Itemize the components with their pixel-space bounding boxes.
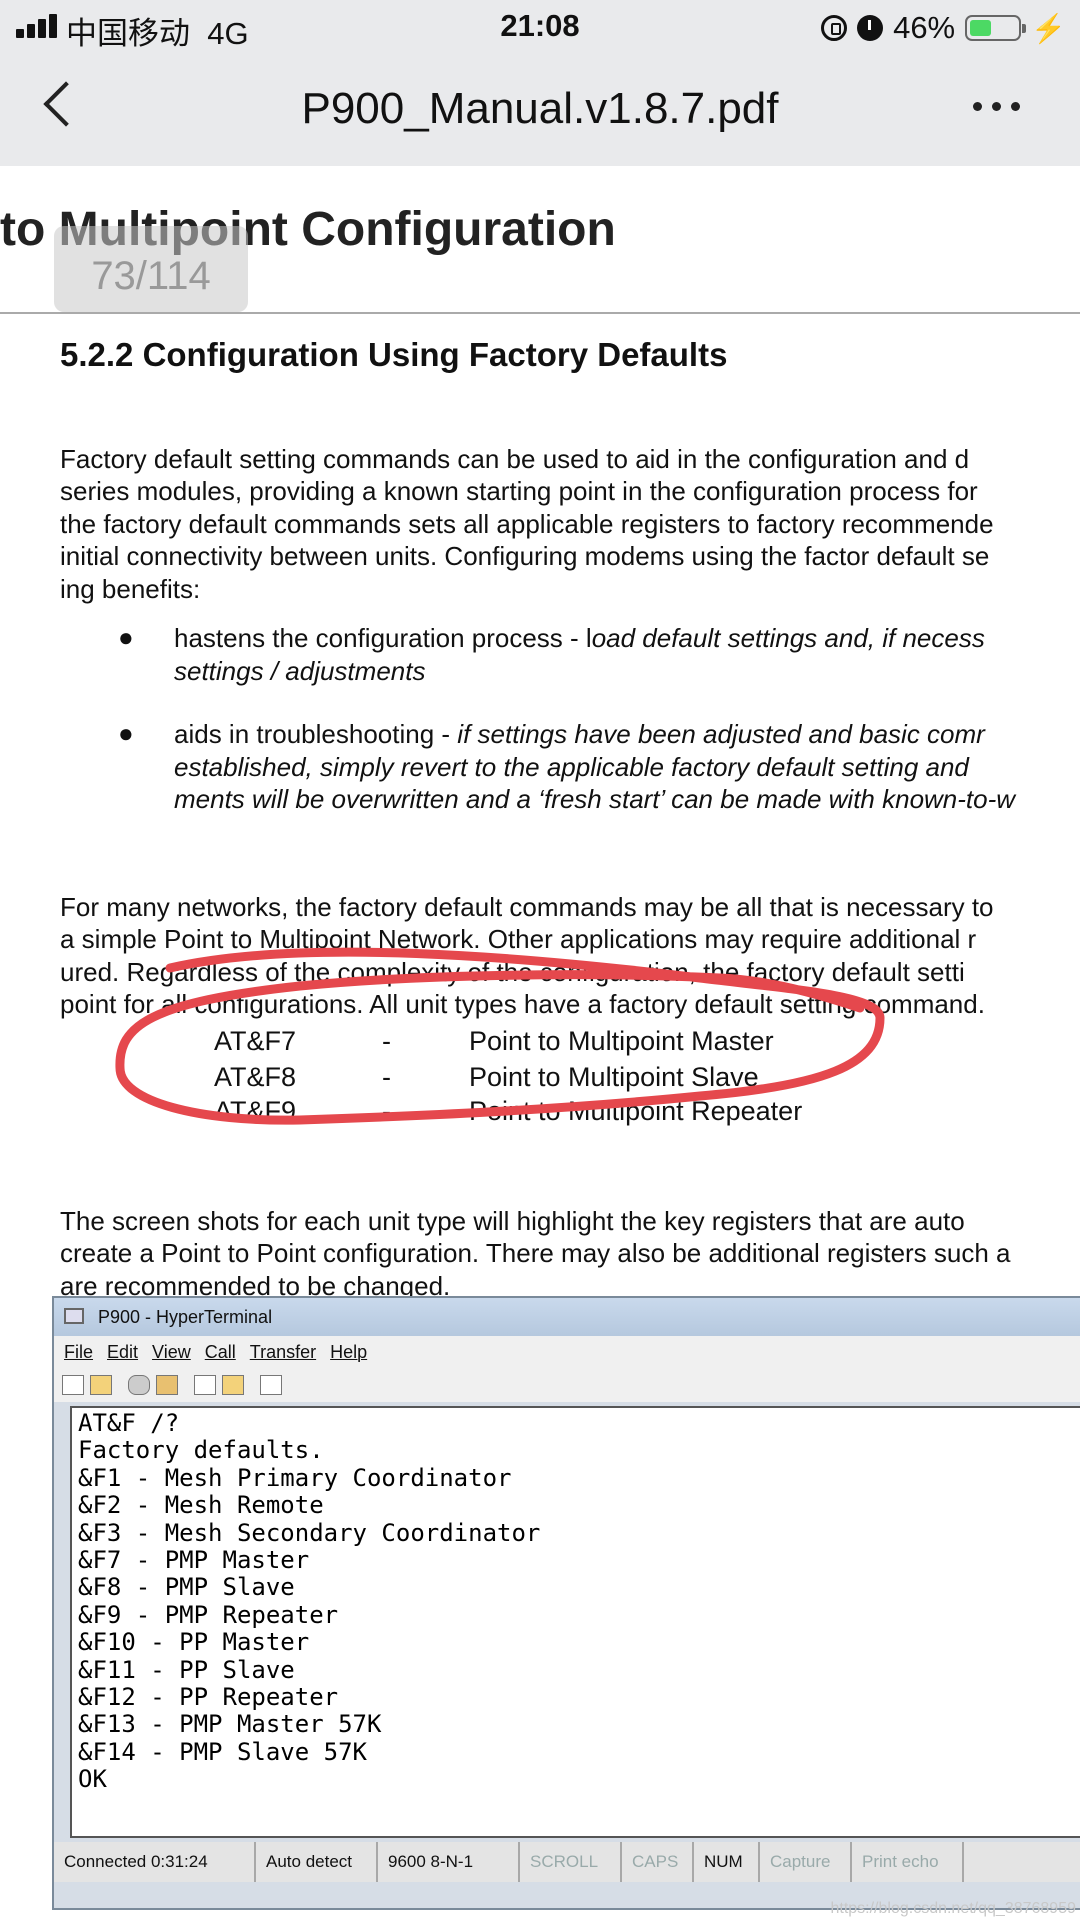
terminal-line: &F3 - Mesh Secondary Coordinator	[78, 1518, 541, 1547]
disconnect-icon	[156, 1375, 178, 1395]
hyperterminal-icon	[64, 1308, 84, 1324]
command-code: AT&F9	[214, 1096, 297, 1126]
command-code: AT&F8	[214, 1062, 297, 1092]
hyperterminal-screenshot: P900 - HyperTerminal File Edit View Call…	[52, 1296, 1080, 1910]
intro-paragraph: Factory default setting commands can be …	[60, 410, 994, 605]
ht-terminal: AT&F /? Factory defaults. &F1 - Mesh Pri…	[70, 1406, 1080, 1838]
text-line: The screen shots for each unit type will…	[60, 1205, 965, 1236]
terminal-line: &F11 - PP Slave	[78, 1655, 295, 1684]
ht-status-detect: Auto detect	[256, 1842, 378, 1882]
status-right: 46% ⚡	[821, 8, 1066, 48]
ht-menu-help: Help	[330, 1342, 368, 1362]
text-line: ured. Regardless of the complexity of th…	[60, 956, 965, 987]
text-line: ing benefits:	[60, 573, 201, 604]
text-line: a simple Point to Multipoint Network. Ot…	[60, 924, 977, 954]
text-line: create a Point to Point configuration. T…	[60, 1238, 1011, 1268]
bullet-lead: hastens the configuration process - l	[174, 623, 592, 653]
status-bar: 中国移动 4G 21:08 46% ⚡	[0, 0, 1080, 54]
terminal-line: &F2 - Mesh Remote	[78, 1491, 324, 1520]
ht-menu-edit: Edit	[107, 1342, 139, 1362]
text-line: For many networks, the factory default c…	[60, 891, 994, 922]
top-bar: 中国移动 4G 21:08 46% ⚡ P900_Manual.v1.8.7.p…	[0, 0, 1080, 166]
terminal-output: AT&F /? Factory defaults. &F1 - Mesh Pri…	[78, 1409, 541, 1794]
bullet-item: aids in troubleshooting - if settings ha…	[174, 718, 1015, 816]
rotation-lock-icon	[821, 15, 848, 41]
ht-status-caps: CAPS	[622, 1842, 694, 1882]
nav-bar: P900_Manual.v1.8.7.pdf	[0, 54, 1080, 166]
ht-menu-bar: File Edit View Call Transfer Help	[54, 1336, 1080, 1368]
text-line: Factory default setting commands can be …	[60, 443, 970, 474]
terminal-line: &F9 - PMP Repeater	[78, 1600, 339, 1629]
properties-icon	[260, 1375, 282, 1395]
receive-icon	[222, 1375, 244, 1395]
terminal-line: &F13 - PMP Master 57K	[78, 1710, 382, 1739]
ht-status-scroll: SCROLL	[520, 1842, 622, 1882]
command-dash: -	[382, 1026, 391, 1056]
pdf-page[interactable]: to Multipoint Configuration 73/114 5.2.2…	[0, 166, 1080, 1920]
bullet-italic: established, simply revert to the applic…	[174, 751, 969, 782]
networks-paragraph: For many networks, the factory default c…	[60, 858, 994, 1021]
bullet-icon: ●	[118, 622, 134, 652]
ht-menu-view: View	[152, 1342, 191, 1362]
bullet-item: hastens the configuration process - load…	[174, 622, 985, 687]
screens-paragraph: The screen shots for each unit type will…	[60, 1172, 1011, 1302]
command-desc: Point to Multipoint Master	[469, 1026, 774, 1056]
ht-status-print-echo: Print echo	[852, 1842, 964, 1882]
ht-status-baud: 9600 8-N-1	[378, 1842, 520, 1882]
text-line: point for all configurations. All unit t…	[60, 989, 985, 1019]
battery-percent: 46%	[893, 10, 956, 45]
more-icon[interactable]	[973, 102, 1020, 111]
battery-icon	[965, 15, 1027, 41]
ht-menu-call: Call	[204, 1342, 236, 1362]
charging-icon: ⚡	[1031, 12, 1066, 44]
terminal-line: Factory defaults.	[78, 1436, 324, 1465]
bullet-icon: ●	[118, 718, 134, 748]
text-line: series modules, providing a known starti…	[60, 476, 978, 506]
document-title: P900_Manual.v1.8.7.pdf	[301, 84, 779, 133]
bullet-lead: aids in troubleshooting -	[174, 719, 458, 749]
ht-title-bar: P900 - HyperTerminal	[54, 1298, 1080, 1336]
ht-title: P900 - HyperTerminal	[98, 1307, 273, 1327]
terminal-line: OK	[78, 1765, 107, 1794]
ht-menu-transfer: Transfer	[249, 1342, 317, 1362]
command-desc: Point to Multipoint Slave	[469, 1062, 759, 1092]
terminal-line: &F10 - PP Master	[78, 1628, 310, 1657]
command-dash: -	[382, 1062, 391, 1092]
open-icon	[90, 1375, 112, 1395]
command-dash: -	[382, 1096, 391, 1126]
text-line: the factory default commands sets all ap…	[60, 508, 994, 539]
alarm-icon	[857, 15, 884, 41]
ht-status-num: NUM	[694, 1842, 760, 1882]
ht-menu-file: File	[64, 1342, 94, 1362]
ht-status-capture: Capture	[760, 1842, 852, 1882]
ht-status-bar: Connected 0:31:24 Auto detect 9600 8-N-1…	[54, 1842, 1080, 1882]
ht-status-connected: Connected 0:31:24	[54, 1842, 256, 1882]
ht-toolbar	[54, 1368, 1080, 1402]
command-code: AT&F7	[214, 1026, 297, 1056]
terminal-line: AT&F /?	[78, 1409, 180, 1437]
watermark: https://blog.csdn.net/qq_38768959	[830, 1900, 1076, 1917]
page-indicator: 73/114	[54, 226, 248, 312]
command-desc: Point to Multipoint Repeater	[469, 1096, 803, 1126]
bullet-italic: settings / adjustments	[174, 655, 426, 686]
text-line: initial connectivity between units. Conf…	[60, 541, 990, 571]
phone-icon	[128, 1375, 150, 1395]
terminal-line: &F14 - PMP Slave 57K	[78, 1737, 367, 1766]
bullet-italic: if settings have been adjusted and basic…	[457, 719, 985, 749]
section-title: 5.2.2 Configuration Using Factory Defaul…	[60, 336, 728, 373]
new-icon	[62, 1375, 84, 1395]
bullet-italic: oad default settings and, if necess	[591, 623, 985, 653]
send-icon	[194, 1375, 216, 1395]
terminal-line: &F1 - Mesh Primary Coordinator	[78, 1463, 512, 1492]
terminal-line: &F12 - PP Repeater	[78, 1683, 339, 1712]
bullet-italic: ments will be overwritten and a ‘fresh s…	[174, 784, 1016, 814]
header-divider	[0, 312, 1080, 314]
terminal-line: &F7 - PMP Master	[78, 1546, 310, 1575]
terminal-line: &F8 - PMP Slave	[78, 1573, 295, 1602]
